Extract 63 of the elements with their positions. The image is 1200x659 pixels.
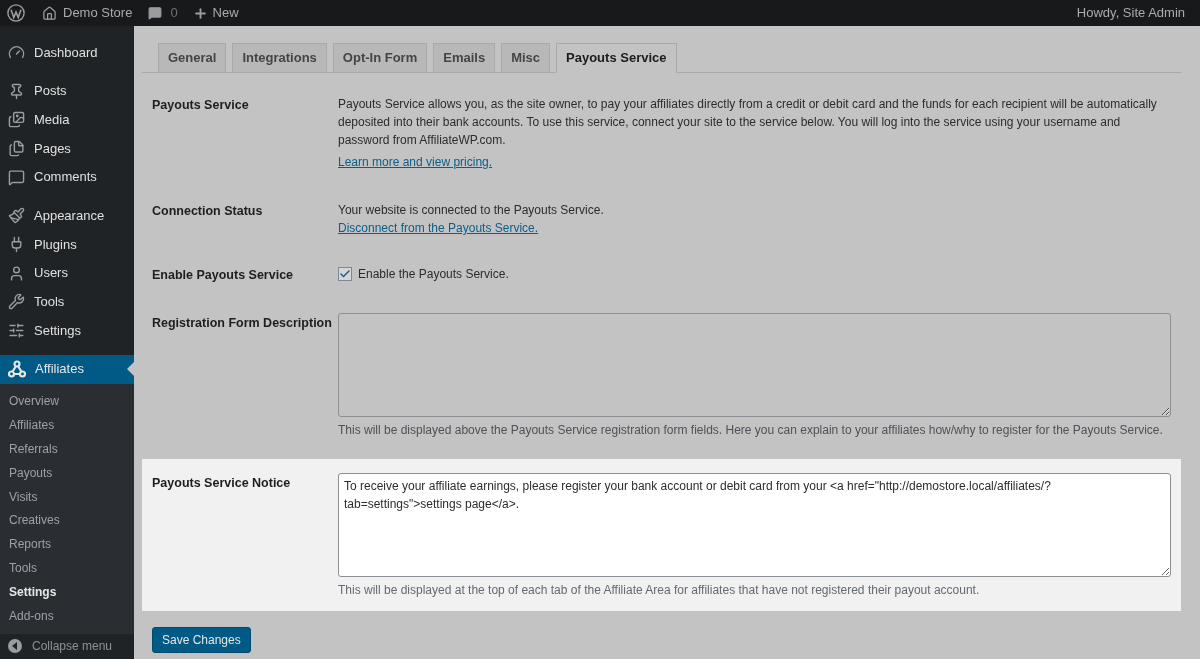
wordpress-logo-icon[interactable] [7,4,25,22]
active-pointer-icon [127,361,134,376]
setting-label: Registration Form Description [152,314,333,332]
speech-bubble-icon [8,168,25,186]
site-name-link[interactable]: Demo Store [63,3,133,23]
settings-tab[interactable]: Emails [433,43,496,73]
setting-label: Connection Status [152,203,264,220]
checkbox-label: Enable the Payouts Service. [358,266,509,283]
menu-item[interactable]: Users [0,258,134,288]
menu-item[interactable]: Posts [0,76,134,106]
gauge-icon [8,43,25,61]
submenu-item[interactable]: Settings [0,579,134,604]
sliders-icon [8,322,25,340]
images-icon [8,111,25,129]
submenu-item[interactable]: Reports [0,532,134,557]
menu-item[interactable]: Media [0,105,134,135]
submenu-item[interactable]: Visits [0,484,134,509]
wrench-icon [8,293,25,311]
menu-item[interactable]: Affiliates [0,354,134,384]
submenu-item[interactable]: Tools [0,556,134,580]
settings-tab[interactable]: General [158,43,227,73]
user-icon [8,264,25,282]
setting-description: Your website is connected to the Payouts Service. [338,202,605,219]
brush-icon [8,207,25,225]
menu-item[interactable]: Comments [0,162,134,192]
speech-bubble-icon[interactable] [148,6,163,20]
menu-item[interactable]: Tools [0,287,134,317]
field-hint: This will be displayed at the top of each tab of the Affiliate Area for affiliates that have not registered their payout account. [338,581,981,599]
menu-item[interactable]: Appearance [0,201,134,231]
field-hint: This will be displayed above the Payouts Service registration form fields. Here you can explain to your affiliates how/why to register for the Payouts Service. [338,421,1164,439]
settings-tab[interactable]: Integrations [232,43,327,73]
pin-icon [8,82,25,100]
textarea-field[interactable]: To receive your affiliate earnings, please register your bank account or debit card from your <a href="http://demostore.local/affiliates/?tab=settings">settings page</a>. [338,472,1171,577]
nodes-icon [8,360,26,379]
setting-description: Payouts Service allows you, as the site owner, to pay your affiliates directly from a credit or debit card and the funds for each recipient will be automatically deposited into their bank accounts. To use this service, connect your site to the service below. You will log into the service using your username and password from AffiliateWP.com. [338,96,1158,149]
setting-label: Enable Payouts Service [152,267,295,284]
collapse-menu-button[interactable]: Collapse menu [0,633,134,658]
plus-icon [192,5,208,21]
settings-tab[interactable]: Misc [501,43,551,73]
settings-tab[interactable]: Payouts Service [556,43,677,73]
submenu-item[interactable]: Affiliates [0,413,134,438]
home-icon [42,5,57,21]
menu-item[interactable]: Settings [0,316,134,345]
pages-icon [8,139,25,157]
menu-item[interactable]: Dashboard [0,38,134,67]
setting-label: Payouts Service Notice [152,474,292,492]
setting-label: Payouts Service [152,97,250,114]
menu-item[interactable]: Plugins [0,230,134,259]
setting-link[interactable]: Learn more and view pricing. [338,153,493,171]
setting-link[interactable]: Disconnect from the Payouts Service. [338,219,539,237]
textarea-field[interactable] [338,312,1171,417]
submenu-item[interactable]: Referrals [0,437,134,461]
comment-count: 0 [170,4,178,23]
save-changes-button[interactable]: Save Changes [152,626,251,653]
menu-item[interactable]: Pages [0,134,134,163]
submenu-item[interactable]: Add-ons [0,603,134,628]
new-link[interactable]: New [212,3,239,23]
submenu-item[interactable]: Payouts [0,460,134,485]
greeting-link[interactable]: Howdy, Site Admin [1076,3,1185,23]
submenu-item[interactable]: Overview [0,389,134,414]
submenu-item[interactable]: Creatives [0,508,134,533]
settings-tab[interactable]: Opt-In Form [332,43,428,73]
enable-checkbox[interactable] [338,267,352,281]
